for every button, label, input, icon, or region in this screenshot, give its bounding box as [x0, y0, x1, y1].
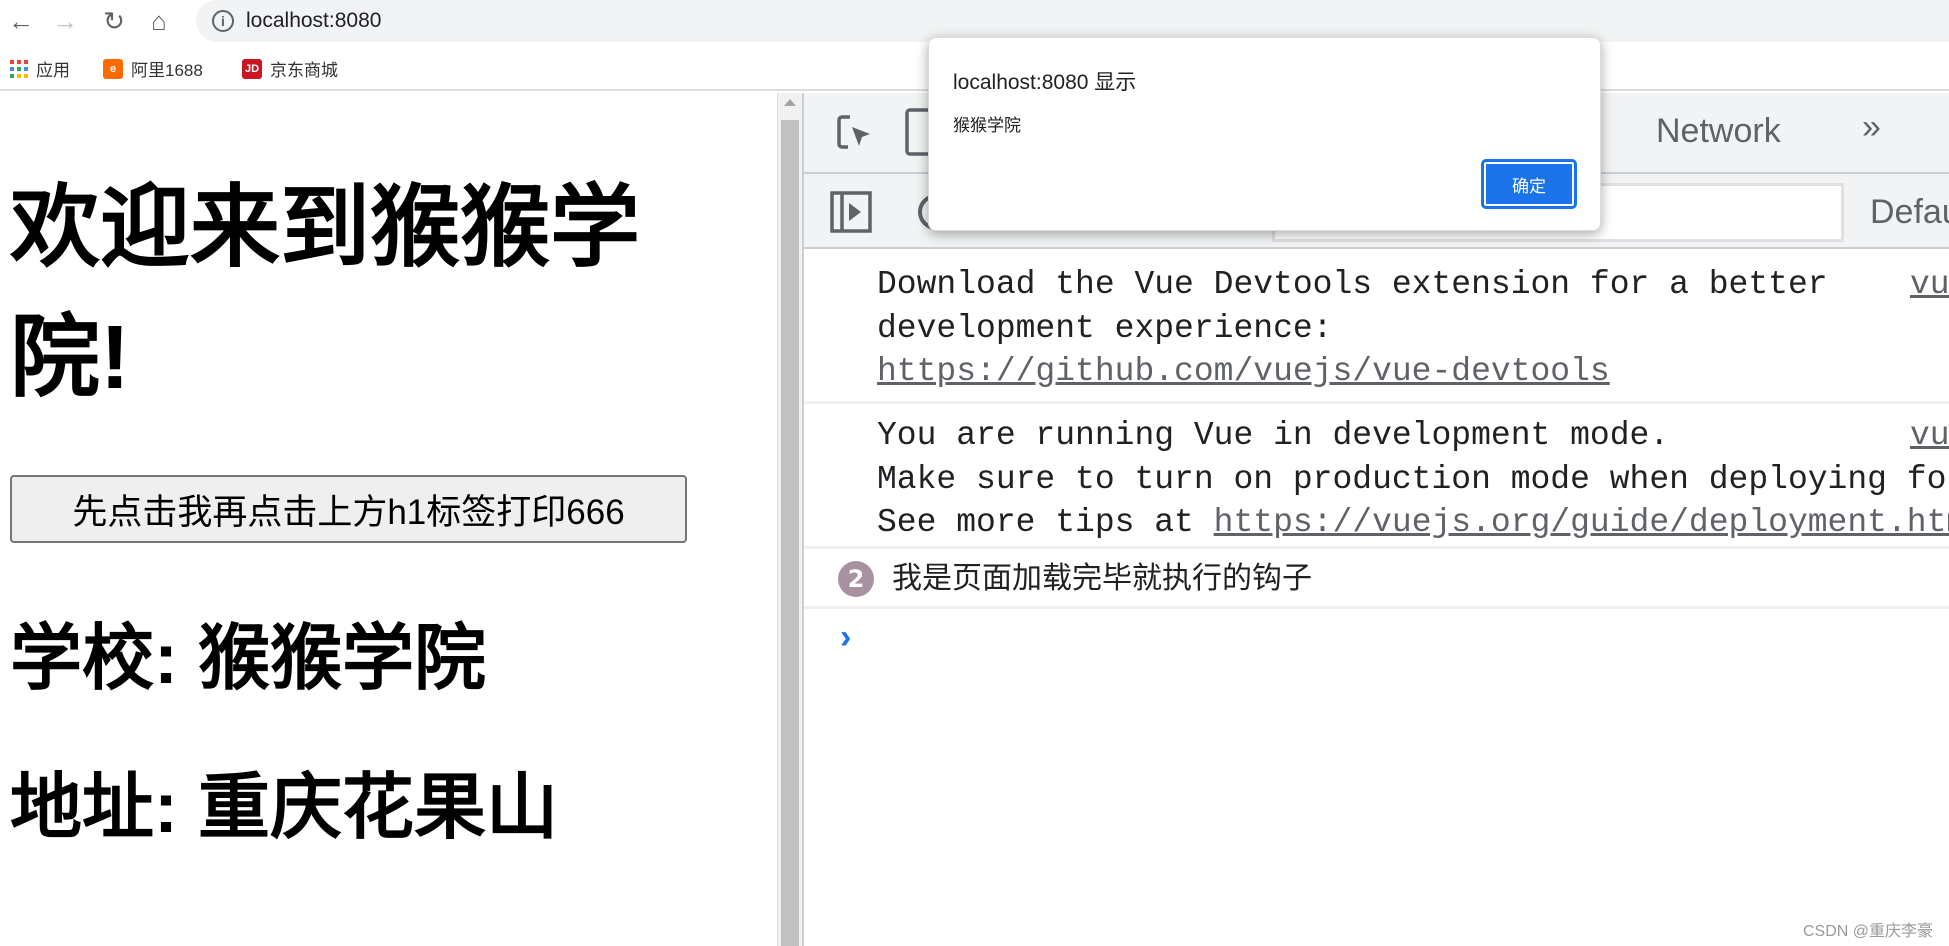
alibaba-logo-icon: e	[103, 58, 123, 79]
address-heading: 地址: 重庆花果山	[10, 768, 558, 848]
log-levels-dropdown[interactable]: Defau	[1870, 193, 1949, 232]
page-content: 欢迎来到猴猴学院! 先点击我再点击上方h1标签打印666 学校: 猴猴学院 地址…	[0, 93, 777, 946]
home-button[interactable]: ⌂	[142, 4, 176, 38]
reload-button[interactable]: ↻	[97, 4, 131, 38]
scroll-up-icon[interactable]	[784, 99, 796, 106]
apps-grid-icon	[10, 59, 28, 78]
more-tabs-icon[interactable]: »	[1862, 108, 1881, 147]
forward-button[interactable]: →	[48, 4, 82, 38]
bookmark-apps[interactable]: 应用	[10, 56, 70, 81]
bookmark-jd[interactable]: JD 京东商城	[242, 56, 338, 81]
console-message: You are running Vue in development mode.…	[804, 404, 1949, 549]
inspect-element-icon[interactable]	[836, 113, 876, 153]
log-line: Make sure to turn on production mode whe…	[877, 460, 1949, 498]
vue-deployment-link[interactable]: https://vuejs.org/guide/deployment.html	[1214, 504, 1949, 541]
log-source-link[interactable]: vue	[1910, 263, 1949, 307]
dialog-title: localhost:8080 显示	[953, 71, 1137, 94]
jd-logo-icon: JD	[242, 58, 262, 79]
info-icon[interactable]: i	[212, 10, 234, 32]
bookmark-label: 阿里1688	[131, 61, 203, 80]
tab-network[interactable]: Network	[1656, 112, 1781, 151]
page-scrollbar[interactable]	[777, 93, 802, 946]
bookmark-label: 京东商城	[270, 61, 338, 80]
dialog-message: 猴猴学院	[953, 116, 1021, 135]
log-source-link[interactable]: vue	[1910, 414, 1949, 458]
page-heading[interactable]: 欢迎来到猴猴学院!	[10, 163, 710, 423]
bookmark-1688[interactable]: e 阿里1688	[103, 56, 203, 81]
sidebar-toggle-icon[interactable]	[830, 191, 872, 233]
log-line: You are running Vue in development mode.	[877, 417, 1670, 454]
url-text: localhost:8080	[246, 9, 382, 32]
ok-button[interactable]: 确定	[1481, 159, 1577, 209]
console-message: 2 我是页面加载完毕就执行的钩子	[804, 549, 1949, 609]
alert-dialog: localhost:8080 显示 猴猴学院 确定	[928, 37, 1601, 231]
school-heading: 学校: 猴猴学院	[10, 619, 486, 699]
log-line: development experience:	[877, 309, 1333, 347]
log-line: Download the Vue Devtools extension for …	[877, 266, 1828, 303]
address-bar[interactable]: i localhost:8080	[196, 0, 1949, 42]
log-line: See more tips at	[877, 504, 1214, 541]
console-message: Download the Vue Devtools extension for …	[804, 253, 1949, 404]
bookmark-label: 应用	[36, 61, 70, 80]
watermark: CSDN @重庆李豪	[1802, 923, 1933, 940]
vue-devtools-link[interactable]: https://github.com/vuejs/vue-devtools	[877, 353, 1610, 390]
click-me-button[interactable]: 先点击我再点击上方h1标签打印666	[10, 475, 687, 543]
console-prompt-icon[interactable]: ›	[840, 618, 851, 657]
repeat-count-badge: 2	[838, 561, 874, 597]
scrollbar-thumb[interactable]	[781, 120, 799, 946]
log-message: 我是页面加载完毕就执行的钩子	[892, 561, 1312, 596]
back-button[interactable]: ←	[4, 4, 38, 38]
